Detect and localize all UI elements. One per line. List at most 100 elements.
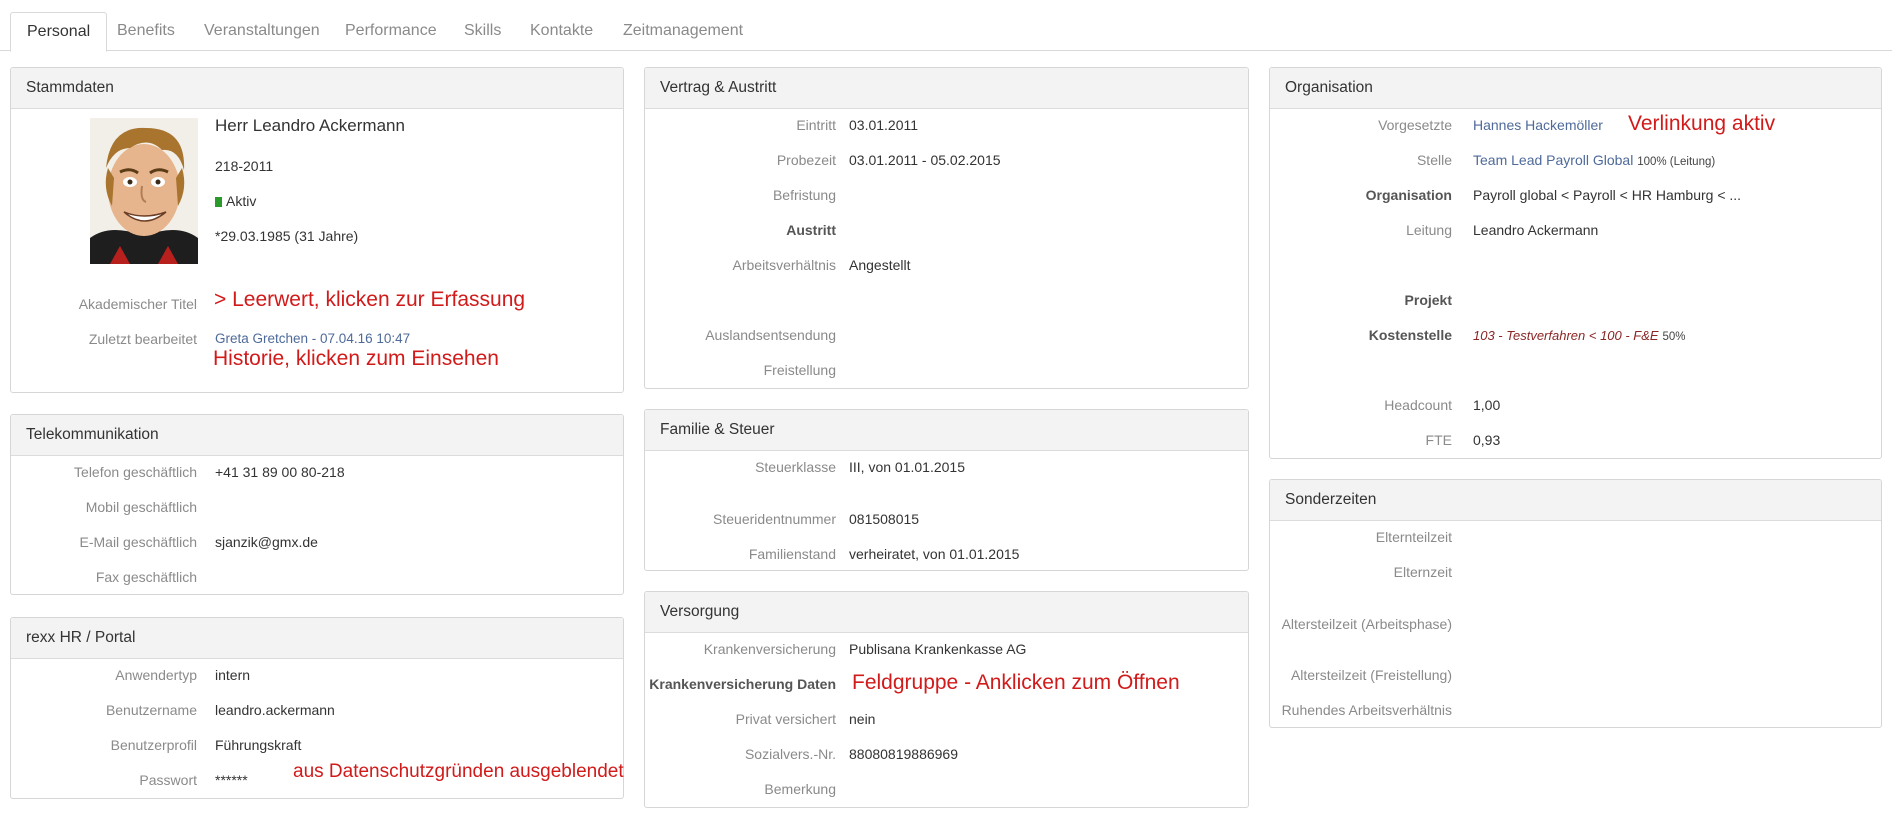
field-value: 1,00 (1473, 397, 1501, 413)
cost-center-percentage: 50% (1662, 331, 1686, 343)
field-probezeit[interactable]: Probezeit 03.01.2011 - 05.02.2015 (645, 150, 1248, 170)
field-label: Befristung (772, 187, 836, 203)
field-label: Kostenstelle (1368, 327, 1452, 343)
field-label: Sozialvers.-Nr. (744, 746, 836, 762)
field-email[interactable]: E-Mail geschäftlich sjanzik@gmx.de (11, 532, 623, 552)
field-value: Payroll global < Payroll < HR Hamburg < … (1473, 187, 1742, 203)
field-label: Privat versichert (735, 711, 836, 727)
annotation-feldgruppe: Feldgruppe - Anklicken zum Öffnen (852, 671, 1180, 694)
field-ruhendes-arbeitsverhaeltnis[interactable]: Ruhendes Arbeitsverhältnis (1270, 700, 1881, 720)
field-arbeitsverhaeltnis[interactable]: Arbeitsverhältnis Angestellt (645, 255, 1248, 275)
field-steueridentnummer[interactable]: Steueridentnummer 081508015 (645, 509, 1248, 529)
personnel-number: 218-2011 (215, 158, 274, 174)
field-headcount[interactable]: Headcount 1,00 (1270, 395, 1881, 415)
field-label: Krankenversicherung Daten (649, 676, 836, 692)
field-steuerklasse[interactable]: Steuerklasse III, von 01.01.2015 (645, 457, 1248, 477)
field-value: Leandro Ackermann (1473, 222, 1599, 238)
field-label: Benutzername (105, 702, 197, 718)
field-label: FTE (1425, 432, 1452, 448)
field-label: Elternzeit (1393, 564, 1452, 580)
field-anwendertyp[interactable]: Anwendertyp intern (11, 665, 623, 685)
edit-history-link[interactable]: Greta Gretchen - 07.04.16 10:47 (215, 329, 410, 349)
field-label: Organisation (1365, 187, 1452, 203)
field-elternzeit[interactable]: Elternzeit (1270, 562, 1881, 582)
field-sozialvers-nr[interactable]: Sozialvers.-Nr. 88080819886969 (645, 744, 1248, 764)
field-label: Ruhendes Arbeitsverhältnis (1281, 702, 1452, 718)
panel-title: rexx HR / Portal (11, 618, 623, 659)
supervisor-link[interactable]: Hannes Hackemöller (1473, 115, 1603, 135)
field-organisation[interactable]: Organisation Payroll global < Payroll < H… (1270, 185, 1881, 205)
field-label: Steuerklasse (755, 459, 836, 475)
field-label: Austritt (786, 222, 836, 238)
field-value: Führungskraft (215, 737, 302, 753)
field-label: Elternteilzeit (1375, 529, 1452, 545)
field-label: Headcount (1384, 397, 1452, 413)
panel-telekommunikation: Telekommunikation Telefon geschäftlich +4… (10, 414, 624, 595)
field-label: Steueridentnummer (713, 511, 836, 527)
tab-veranstaltungen[interactable]: Veranstaltungen (188, 12, 336, 51)
field-label: Krankenversicherung (703, 641, 836, 657)
field-benutzername[interactable]: Benutzername leandro.ackermann (11, 700, 623, 720)
panel-title: Organisation (1270, 68, 1881, 109)
cost-center-value: 103 - Testverfahren < 100 - F&E (1473, 328, 1659, 343)
tab-personal[interactable]: Personal (10, 12, 108, 52)
field-value: 88080819886969 (849, 746, 959, 762)
field-privat-versichert[interactable]: Privat versichert nein (645, 709, 1248, 729)
tab-benefits[interactable]: Benefits (101, 12, 191, 51)
field-label: Fax geschäftlich (95, 569, 197, 585)
field-label: Projekt (1404, 292, 1452, 308)
field-value: intern (215, 667, 251, 683)
field-austritt[interactable]: Austritt (645, 220, 1248, 240)
tab-kontakte[interactable]: Kontakte (514, 12, 609, 51)
panel-title: Vertrag & Austritt (645, 68, 1248, 109)
tab-skills[interactable]: Skills (448, 12, 517, 51)
field-altersteilzeit-arbeitsphase[interactable]: Altersteilzeit (Arbeitsphase) (1270, 614, 1881, 634)
annotation-datenschutz: aus Datenschutzgründen ausgeblendet (293, 761, 624, 782)
field-value: verheiratet, von 01.01.2015 (849, 546, 1020, 562)
field-befristung[interactable]: Befristung (645, 185, 1248, 205)
status-badge: Aktiv (215, 191, 256, 211)
field-benutzerprofil[interactable]: Benutzerprofil Führungskraft (11, 735, 623, 755)
field-fax[interactable]: Fax geschäftlich (11, 567, 623, 587)
field-label: Leitung (1406, 222, 1452, 238)
field-label: Auslandsentsendung (705, 327, 836, 343)
field-elternteilzeit[interactable]: Elternteilzeit (1270, 527, 1881, 547)
field-vorgesetzte: Vorgesetzte Hannes Hackemöller (1270, 115, 1881, 135)
field-zuletzt-bearbeitet: Zuletzt bearbeitet Greta Gretchen - 07.0… (11, 329, 623, 349)
field-label: Eintritt (796, 117, 836, 133)
panel-title: Sonderzeiten (1270, 480, 1881, 521)
field-familienstand[interactable]: Familienstand verheiratet, von 01.01.2015 (645, 544, 1248, 564)
field-altersteilzeit-freistellung[interactable]: Altersteilzeit (Freistellung) (1270, 665, 1881, 685)
field-value: Team Lead Payroll Global 100% (Leitung) (1473, 150, 1715, 172)
field-kostenstelle[interactable]: Kostenstelle 103 - Testverfahren < 100 - … (1270, 325, 1881, 345)
tab-performance[interactable]: Performance (329, 12, 453, 51)
position-link[interactable]: Team Lead Payroll Global (1473, 152, 1633, 168)
field-projekt[interactable]: Projekt (1270, 290, 1881, 310)
field-mobil[interactable]: Mobil geschäftlich (11, 497, 623, 517)
field-value: ****** (215, 772, 248, 788)
field-label: Familienstand (748, 546, 836, 562)
field-label: Anwendertyp (115, 667, 197, 683)
field-freistellung[interactable]: Freistellung (645, 360, 1248, 380)
field-label: Akademischer Titel (78, 296, 197, 312)
field-value: +41 31 89 00 80-218 (215, 464, 345, 480)
field-label: Altersteilzeit (Freistellung) (1290, 667, 1452, 683)
tab-zeitmanagement[interactable]: Zeitmanagement (607, 12, 759, 51)
field-label: Vorgesetzte (1378, 117, 1452, 133)
field-leitung[interactable]: Leitung Leandro Ackermann (1270, 220, 1881, 240)
panel-organisation: Organisation Vorgesetzte Hannes Hackemöll… (1269, 67, 1882, 459)
field-fte[interactable]: FTE 0,93 (1270, 430, 1881, 450)
field-value: Angestellt (849, 257, 911, 273)
panel-versorgung: Versorgung Krankenversicherung Publisana … (644, 591, 1249, 808)
field-label: Bemerkung (764, 781, 836, 797)
field-krankenversicherung[interactable]: Krankenversicherung Publisana Krankenkass… (645, 639, 1248, 659)
field-bemerkung[interactable]: Bemerkung (645, 779, 1248, 799)
field-auslandsentsendung[interactable]: Auslandsentsendung (645, 325, 1248, 345)
field-eintritt[interactable]: Eintritt 03.01.2011 (645, 115, 1248, 135)
field-label: Altersteilzeit (Arbeitsphase) (1281, 616, 1452, 632)
field-telefon[interactable]: Telefon geschäftlich +41 31 89 00 80-218 (11, 462, 623, 482)
field-label: Arbeitsverhältnis (732, 257, 837, 273)
field-value: Publisana Krankenkasse AG (849, 641, 1027, 657)
field-value: sjanzik@gmx.de (215, 534, 318, 550)
panel-title: Versorgung (645, 592, 1248, 633)
